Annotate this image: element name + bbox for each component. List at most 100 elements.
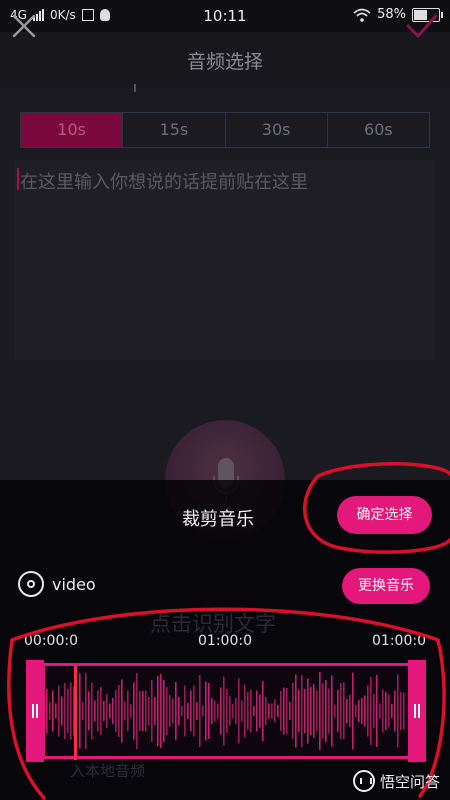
waveform-bar [157,676,159,746]
waveform-bar [247,692,249,730]
waveform-bar [115,690,117,732]
waveform-bar [151,680,153,742]
waveform-bar [133,682,135,740]
waveform-bar [118,685,120,737]
confirm-selection-button[interactable]: 确定选择 [337,496,432,534]
waveform-bar [307,678,309,744]
close-icon[interactable] [8,10,40,42]
script-placeholder: 在这里输入你想说的话提前贴在这里 [20,172,308,193]
playhead[interactable] [74,666,77,760]
waveform-bar [298,690,300,732]
tab-30s[interactable]: 30s [226,113,328,147]
waveform-bar [349,695,351,727]
waveform-bar [142,691,144,731]
waveform-bar [382,689,384,733]
waveform-bar [100,687,102,735]
waveform-bar [154,697,156,725]
waveform-bar [280,691,282,731]
waveform-bar [340,683,342,739]
waveform-bar [223,676,225,746]
waveform-bar [337,690,339,732]
waveform-bar [181,706,183,716]
waveform-bar [232,704,234,718]
grip-line [414,704,416,718]
waveform-bar [361,698,363,724]
waveform-bar [400,692,402,730]
waveform-bar [220,687,222,735]
grip-line [418,704,420,718]
waveform-bar [178,697,180,725]
music-disc-icon [18,571,44,597]
confirm-check-button[interactable] [404,8,440,44]
waveform-bar [199,675,201,747]
wukong-logo-icon [352,770,375,792]
waveform-bar [124,701,126,721]
waveform-bar [145,690,147,732]
trim-title: 裁剪音乐 [182,509,254,530]
music-info: video [18,571,96,597]
waveform-bar [244,684,246,738]
tab-15s[interactable]: 15s [123,113,226,147]
waveform-bar [64,683,66,739]
waveform-bar [130,704,132,718]
time-mid: 01:00:0 [198,633,252,649]
checkmark-icon[interactable] [404,8,440,44]
waveform-bar [277,705,279,717]
waveform-bar [94,700,96,722]
waveform-bar [346,699,348,723]
waveform-bar [310,687,312,735]
waveform-bar [67,689,69,733]
waveform-bar [139,691,141,731]
waveform-bar [331,675,333,747]
waveform-bar [283,687,285,735]
divider-tick [134,84,136,92]
waveform-bar [52,690,54,732]
waveform-bar [313,684,315,738]
waveform-bar [295,674,297,748]
waveform-bar [394,690,396,732]
waveform-bar [379,703,381,719]
tab-10s[interactable]: 10s [21,113,124,147]
waveform-bar [289,702,291,720]
close-button[interactable] [8,10,40,42]
waveform-bar [241,700,243,722]
waveform-bar [229,696,231,726]
waveform-bar [175,682,177,740]
battery-percent: 58% [377,7,406,22]
waveform-bar [325,680,327,742]
waveform-bar [274,699,276,723]
audio-waveform[interactable] [26,660,426,762]
waveform-bar [388,694,390,728]
waveform-bar [109,703,111,719]
waveform-bar [304,689,306,733]
trim-handle-right[interactable] [408,660,426,762]
tab-60s[interactable]: 60s [328,113,429,147]
waveform-bar [226,689,228,733]
waveform-bar [328,688,330,734]
waveform-bar [148,697,150,725]
change-music-button[interactable]: 更换音乐 [342,568,430,604]
watermark: 悟空问答 [352,770,440,792]
waveform-bar [55,703,57,719]
waveform-bar [91,682,93,740]
waveform-bar [259,694,261,728]
waveform-bar [334,704,336,718]
waveform-bar [79,673,81,749]
music-name: video [52,574,96,594]
waveform-bar [355,705,357,717]
waveform-bar [322,683,324,739]
waveform-bar [187,703,189,719]
waveform-bar [208,683,210,739]
waveform-bar [49,702,51,720]
waveform-bar [160,674,162,748]
waveform-bar [253,706,255,716]
waveform-bar [358,700,360,722]
wifi-icon [353,8,371,22]
trim-handle-left[interactable] [26,660,44,762]
waveform-bar [82,702,84,720]
waveform-bar [217,703,219,719]
waveform-bar [169,695,171,727]
waveform-bar [202,705,204,717]
waveform-bar [385,692,387,730]
waveform-bar [397,674,399,748]
